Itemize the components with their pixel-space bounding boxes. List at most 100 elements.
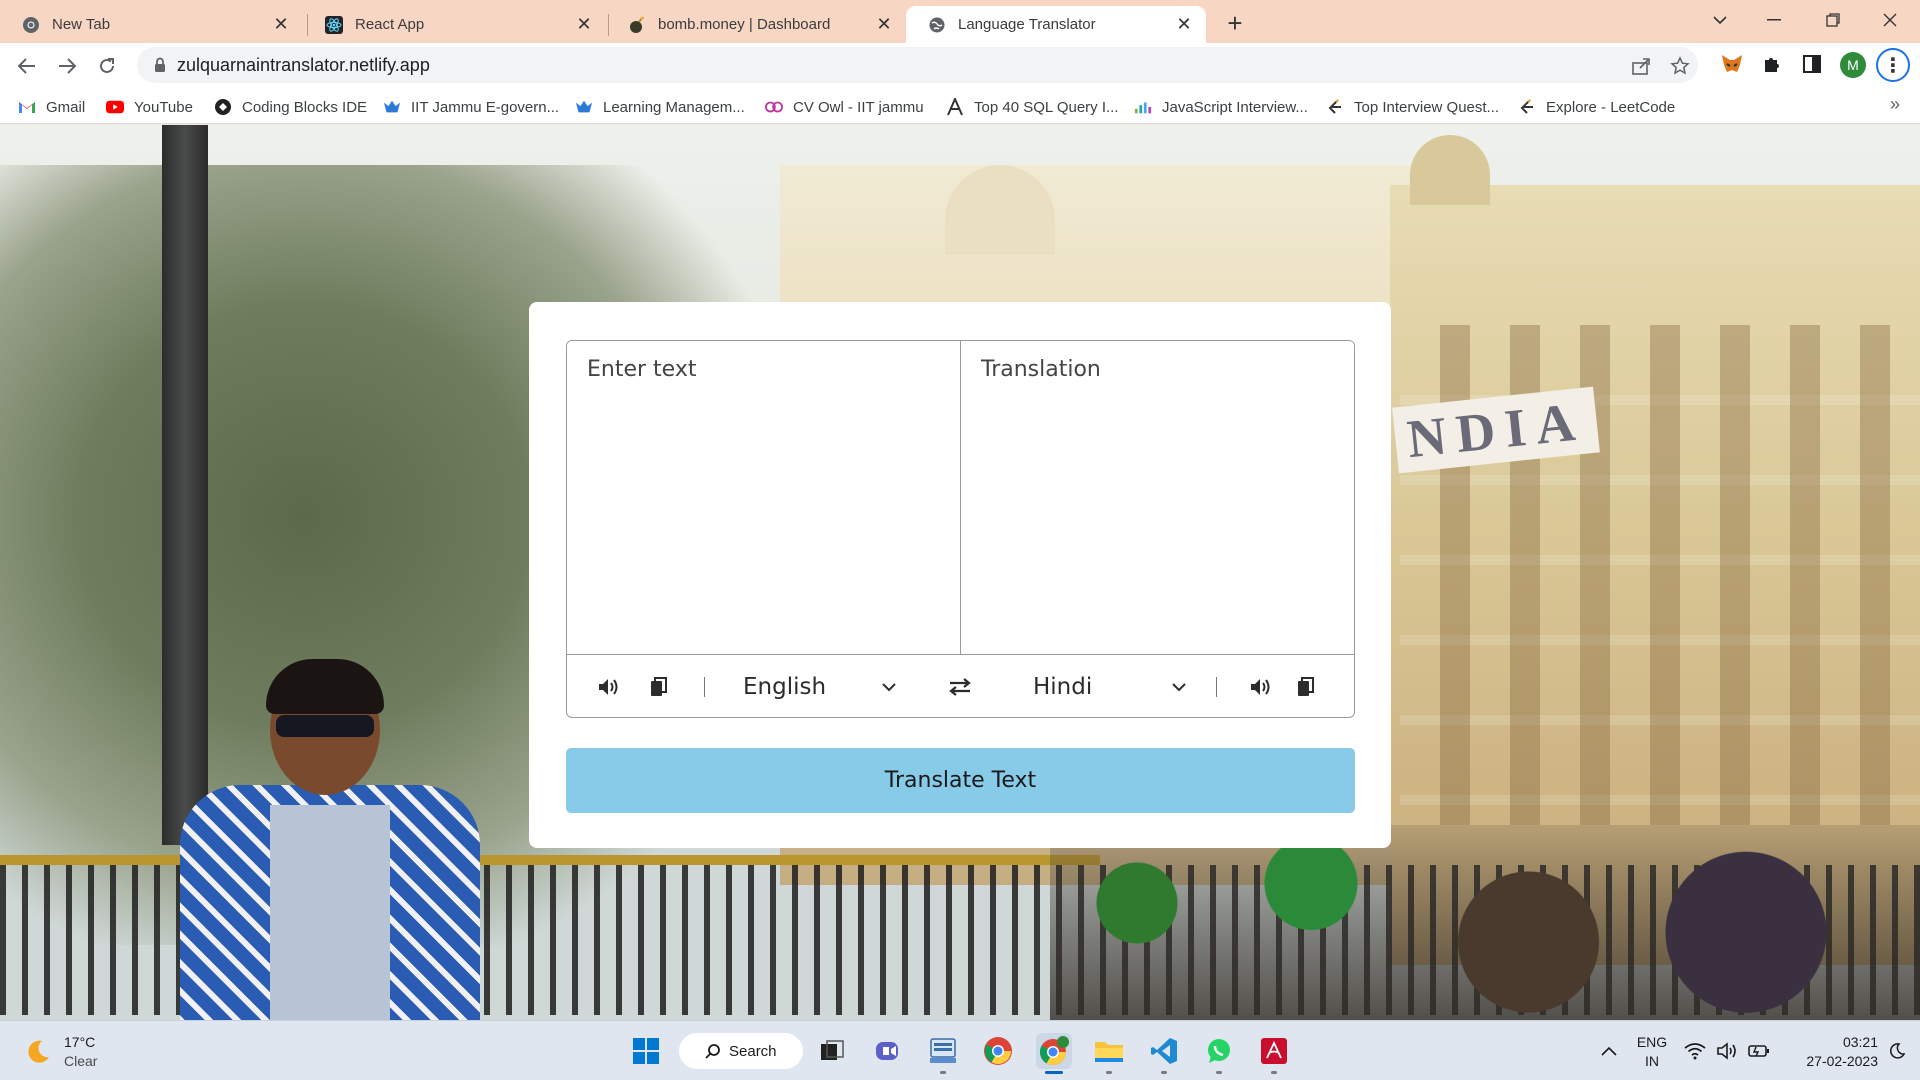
profile-avatar[interactable]: M bbox=[1840, 52, 1866, 78]
weather-description: Clear bbox=[64, 1053, 98, 1069]
bookmark-top-interview[interactable]: Top Interview Quest... bbox=[1326, 96, 1499, 118]
lock-icon[interactable] bbox=[151, 56, 169, 74]
clock[interactable]: 03:21 27-02-2023 bbox=[1780, 1033, 1878, 1071]
bookmark-javascript-interview[interactable]: JavaScript Interview... bbox=[1134, 96, 1308, 118]
bookmark-label: YouTube bbox=[134, 98, 193, 116]
new-tab-button[interactable]: + bbox=[1221, 10, 1249, 38]
bookmark-label: Coding Blocks IDE bbox=[242, 98, 368, 116]
bookmark-label: CV Owl - IIT jammu bbox=[793, 98, 924, 116]
restore-button[interactable] bbox=[1813, 6, 1853, 34]
speaker-icon[interactable] bbox=[1249, 675, 1273, 699]
source-language-label: English bbox=[743, 674, 827, 700]
minimize-button[interactable] bbox=[1754, 6, 1794, 34]
bookmarks-bar: Gmail YouTube Coding Blocks IDE IIT Jamm… bbox=[0, 88, 1920, 124]
bookmark-learning-management[interactable]: Learning Managem... bbox=[575, 96, 745, 118]
acrobat-reader-icon[interactable] bbox=[1256, 1033, 1292, 1069]
leetcode-icon bbox=[1326, 98, 1344, 116]
iitj-icon bbox=[383, 98, 401, 116]
tab-title: Language Translator bbox=[958, 16, 1096, 33]
file-icon-app[interactable] bbox=[925, 1033, 961, 1069]
bookmark-gmail[interactable]: Gmail bbox=[18, 96, 85, 118]
speaker-icon[interactable] bbox=[597, 675, 621, 699]
tab-react-app[interactable]: React App ✕ bbox=[303, 6, 606, 43]
person-sunglasses bbox=[276, 715, 374, 737]
chrome-profile-taskbar-icon[interactable] bbox=[1036, 1033, 1072, 1069]
chevron-down-icon bbox=[1171, 679, 1187, 695]
address-bar[interactable]: zulquarnaintranslator.netlify.app bbox=[137, 47, 1698, 83]
windows-taskbar: 17°C Clear Search ENG IN 03:21 27-02-202… bbox=[0, 1020, 1920, 1080]
weather-widget[interactable]: 17°C Clear bbox=[22, 1033, 97, 1071]
forward-arrow-icon[interactable] bbox=[52, 51, 82, 81]
tab-new-tab[interactable]: New Tab ✕ bbox=[0, 6, 303, 43]
show-hidden-icons-chevron[interactable] bbox=[1591, 1033, 1627, 1069]
search-icon bbox=[705, 1044, 720, 1059]
source-text-input[interactable] bbox=[567, 341, 961, 654]
language-code: ENG bbox=[1636, 1034, 1668, 1050]
battery-icon[interactable] bbox=[1745, 1033, 1773, 1069]
swap-languages-icon[interactable] bbox=[948, 675, 972, 699]
input-language[interactable]: ENG IN bbox=[1632, 1033, 1672, 1071]
bookmark-label: Top Interview Quest... bbox=[1354, 98, 1500, 116]
notification-moon-icon[interactable] bbox=[1882, 1033, 1912, 1069]
chrome-menu-icon[interactable]: ⋮ bbox=[1876, 48, 1910, 82]
weather-temperature: 17°C bbox=[64, 1034, 96, 1050]
bookmark-cv-owl[interactable]: CV Owl - IIT jammu bbox=[765, 96, 924, 118]
region-code: IN bbox=[1645, 1053, 1659, 1069]
taskbar-search[interactable]: Search bbox=[679, 1033, 803, 1069]
close-tab-icon[interactable]: ✕ bbox=[874, 14, 894, 35]
bookmark-label: Gmail bbox=[46, 98, 86, 116]
person-hair bbox=[266, 659, 384, 714]
bookmark-youtube[interactable]: YouTube bbox=[106, 96, 193, 118]
tab-search-chevron-icon[interactable] bbox=[1700, 6, 1740, 34]
translate-button[interactable]: Translate Text bbox=[566, 748, 1355, 813]
vscode-icon[interactable] bbox=[1146, 1033, 1182, 1069]
running-indicator bbox=[1161, 1071, 1167, 1074]
bomb-icon bbox=[628, 15, 646, 34]
share-icon[interactable] bbox=[1630, 55, 1652, 77]
running-indicator bbox=[940, 1071, 946, 1074]
bookmark-iit-jammu-egov[interactable]: IIT Jammu E-govern... bbox=[383, 96, 559, 118]
controls-divider bbox=[704, 677, 705, 697]
teams-chat-icon[interactable] bbox=[870, 1033, 906, 1069]
codingblocks-icon bbox=[214, 98, 232, 116]
close-tab-icon[interactable]: ✕ bbox=[574, 14, 594, 35]
volume-icon[interactable] bbox=[1713, 1033, 1741, 1069]
bookmarks-overflow-icon[interactable]: » bbox=[1890, 94, 1900, 115]
target-language-label: Hindi bbox=[1033, 674, 1093, 700]
bookmark-star-icon[interactable] bbox=[1669, 55, 1691, 77]
windows-start-icon[interactable] bbox=[628, 1033, 664, 1069]
whatsapp-icon[interactable] bbox=[1201, 1033, 1237, 1069]
side-panel-icon[interactable] bbox=[1799, 51, 1825, 77]
copy-icon[interactable] bbox=[1294, 675, 1318, 699]
owl-icon bbox=[765, 98, 783, 116]
close-tab-icon[interactable]: ✕ bbox=[1174, 14, 1194, 35]
copy-icon[interactable] bbox=[647, 675, 671, 699]
bookmark-sql-query[interactable]: Top 40 SQL Query I... bbox=[946, 96, 1119, 118]
back-arrow-icon[interactable] bbox=[12, 51, 42, 81]
translation-output[interactable] bbox=[961, 341, 1354, 654]
chrome-taskbar-icon[interactable] bbox=[980, 1033, 1016, 1069]
close-window-button[interactable] bbox=[1870, 6, 1910, 34]
task-view-icon[interactable] bbox=[814, 1033, 850, 1069]
youtube-icon bbox=[106, 98, 124, 116]
person-tshirt bbox=[270, 805, 390, 1020]
bookmark-coding-blocks[interactable]: Coding Blocks IDE bbox=[214, 96, 367, 118]
source-language-select[interactable]: English bbox=[743, 669, 897, 705]
extensions-puzzle-icon[interactable] bbox=[1759, 51, 1785, 77]
translator-controls: English Hindi bbox=[567, 654, 1354, 717]
url-text: zulquarnaintranslator.netlify.app bbox=[177, 55, 430, 75]
tab-title: New Tab bbox=[52, 16, 111, 33]
file-explorer-icon[interactable] bbox=[1091, 1033, 1127, 1069]
globe-icon bbox=[928, 16, 946, 34]
close-tab-icon[interactable]: ✕ bbox=[271, 14, 291, 35]
metamask-fox-icon[interactable] bbox=[1719, 51, 1745, 77]
bookmark-leetcode[interactable]: Explore - LeetCode bbox=[1518, 96, 1675, 118]
iitj-icon bbox=[575, 98, 593, 116]
chart-icon bbox=[1134, 98, 1152, 116]
target-language-select[interactable]: Hindi bbox=[1033, 669, 1187, 705]
running-indicator bbox=[1216, 1071, 1222, 1074]
reload-icon[interactable] bbox=[92, 51, 122, 81]
tab-bomb-money[interactable]: bomb.money | Dashboard ✕ bbox=[606, 6, 906, 43]
tab-language-translator[interactable]: Language Translator ✕ bbox=[906, 6, 1206, 43]
wifi-icon[interactable] bbox=[1681, 1033, 1709, 1069]
